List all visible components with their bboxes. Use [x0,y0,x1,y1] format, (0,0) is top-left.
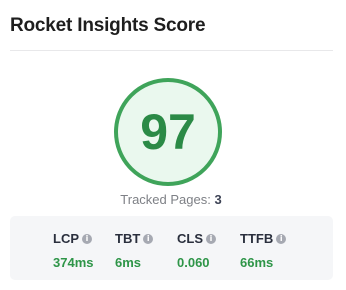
metric-lcp: LCP i 374ms [53,231,93,270]
metric-cls-name: CLS [177,231,203,246]
metric-tbt: TBT i 6ms [115,231,154,270]
metric-ttfb-value: 66ms [240,255,274,270]
info-icon[interactable]: i [143,233,154,244]
tracked-pages-count: 3 [214,192,222,207]
metric-ttfb-name: TTFB [240,231,274,246]
metric-cls-value: 0.060 [177,255,210,270]
tracked-pages-label: Tracked Pages: [120,192,215,207]
title-divider [10,50,333,51]
metric-lcp-value: 374ms [53,255,94,270]
metric-cls: CLS i 0.060 [177,231,216,270]
info-icon[interactable]: i [82,233,92,244]
card-title: Rocket Insights Score [10,15,206,36]
metrics-panel: LCP i 374ms TBT i 6ms CLS i 0.060 TTFB i [10,216,333,280]
info-icon[interactable]: i [276,233,287,244]
score-gauge: 97 [114,78,222,186]
metric-lcp-name: LCP [53,231,79,246]
tracked-pages: Tracked Pages: 3 [0,192,342,207]
metric-tbt-value: 6ms [115,255,142,270]
info-icon[interactable]: i [206,233,216,244]
metric-ttfb: TTFB i 66ms [240,231,287,270]
score-value: 97 [140,104,196,160]
metric-tbt-name: TBT [115,231,141,246]
